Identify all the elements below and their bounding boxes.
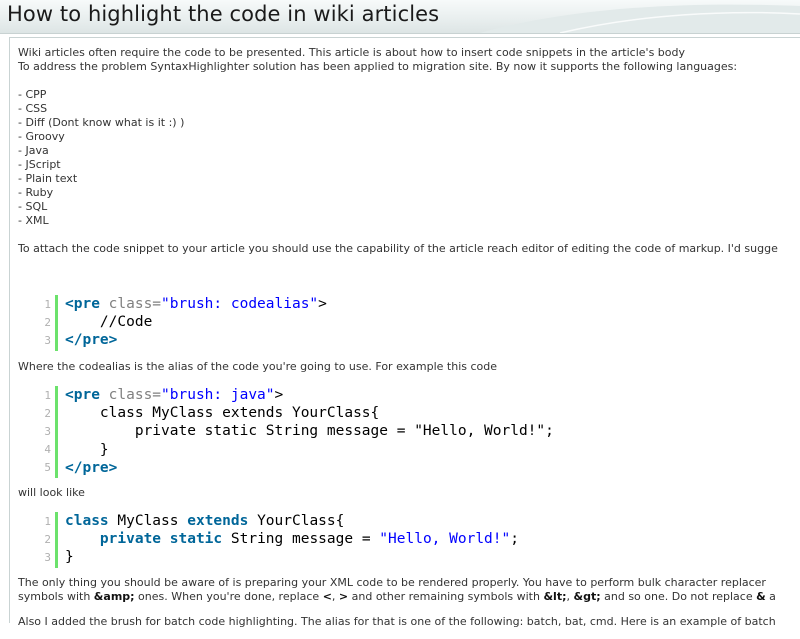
attach-instructions: To attach the code snippet to your artic… — [18, 242, 778, 255]
language-item: - Ruby — [18, 186, 54, 199]
language-item: - Groovy — [18, 130, 65, 143]
text-span: symbols with — [18, 590, 94, 603]
line-number: 2 — [44, 316, 51, 329]
text-span: a — [765, 590, 776, 603]
tag-token: <pre — [65, 296, 100, 312]
aware-line-2: symbols with &amp; ones. When you're don… — [18, 590, 776, 604]
code-snippet-example-source: 1 2 3 4 5 <pre class="brush: java"> clas… — [18, 386, 554, 480]
plain-token: String message = — [222, 531, 380, 548]
line-number: 3 — [44, 425, 51, 438]
line-number: 3 — [44, 551, 51, 564]
attr-token: class= — [99, 387, 162, 403]
bold-entity: &gt; — [573, 590, 601, 603]
bold-entity: > — [338, 590, 349, 603]
batch-text: Also I added the brush for batch code hi… — [18, 615, 776, 628]
line-number: 1 — [44, 298, 51, 311]
code-snippet-highlighted-result: 1 2 3 class MyClass extends YourClass{ p… — [18, 512, 519, 570]
text-span: ones. When you're done, replace — [134, 590, 323, 603]
line-number: 2 — [44, 407, 51, 420]
code-snippet-syntax: 1 2 3 <pre class="brush: codealias"> //C… — [18, 295, 327, 353]
language-item: - Java — [18, 144, 49, 157]
plain-token: > — [318, 296, 327, 312]
code-lines: class MyClass extends YourClass{ private… — [65, 512, 519, 567]
code-line: //Code — [65, 314, 153, 331]
plain-token: MyClass — [108, 513, 188, 529]
header-swoosh-decoration — [480, 4, 800, 33]
language-item: - CPP — [18, 88, 47, 101]
string-token: "Hello, World!" — [379, 531, 511, 548]
line-number: 4 — [44, 443, 51, 456]
plain-token: ; — [510, 531, 519, 548]
language-item: - Diff (Dont know what is it :) ) — [18, 116, 185, 129]
language-item: - CSS — [18, 102, 48, 115]
line-number: 3 — [44, 334, 51, 347]
language-item: - XML — [18, 214, 49, 227]
code-line: } — [65, 441, 109, 458]
language-item: - JScript — [18, 158, 61, 171]
aware-line-1: The only thing you should be aware of is… — [18, 576, 766, 589]
attr-token: class= — [99, 296, 162, 312]
gutter-bar — [55, 295, 58, 351]
keyword-token: class — [65, 513, 109, 529]
code-line: private static String message = "Hello, … — [65, 423, 554, 440]
code-lines: <pre class="brush: java"> class MyClass … — [65, 386, 554, 477]
keyword-token: static — [169, 531, 223, 548]
intro-line-2: To address the problem SyntaxHighlighter… — [18, 60, 738, 73]
text-span: and so one. Do not replace — [600, 590, 757, 603]
intro-line-1: Wiki articles often require the code to … — [18, 46, 685, 59]
gutter-bar — [55, 512, 58, 568]
title-bar: How to highlight the code in wiki articl… — [0, 0, 800, 34]
bold-entity: &lt; — [543, 590, 567, 603]
tag-token: </pre> — [65, 332, 118, 349]
text-span: , — [331, 590, 339, 603]
gutter-bar — [55, 386, 58, 478]
line-number: 1 — [44, 515, 51, 528]
keyword-token: extends — [187, 513, 249, 529]
plain-token: > — [274, 387, 284, 403]
tag-token: <pre — [65, 387, 100, 403]
keyword-token: private — [99, 531, 162, 548]
article-content: Wiki articles often require the code to … — [9, 37, 800, 628]
text-span: and other remaining symbols with — [348, 590, 544, 603]
code-line: } — [65, 549, 74, 566]
tag-token: </pre> — [65, 459, 118, 476]
bold-entity: < — [322, 590, 332, 603]
string-token: "brush: codealias" — [161, 296, 319, 312]
string-token: "brush: java" — [161, 387, 275, 403]
line-number: 1 — [44, 389, 51, 402]
bold-entity: & — [756, 590, 766, 603]
text-span: , — [566, 590, 574, 603]
line-number: 2 — [44, 533, 51, 546]
language-item: - SQL — [18, 200, 48, 213]
line-number: 5 — [44, 461, 51, 474]
bold-entity: &amp; — [93, 590, 135, 603]
codealias-explanation: Where the codealias is the alias of the … — [18, 360, 498, 373]
look-like-text: will look like — [18, 486, 85, 499]
code-line: class MyClass extends YourClass{ — [65, 405, 380, 422]
language-item: - Plain text — [18, 172, 78, 185]
plain-token: YourClass{ — [248, 513, 345, 529]
code-lines: <pre class="brush: codealias"> //Code </… — [65, 295, 327, 350]
